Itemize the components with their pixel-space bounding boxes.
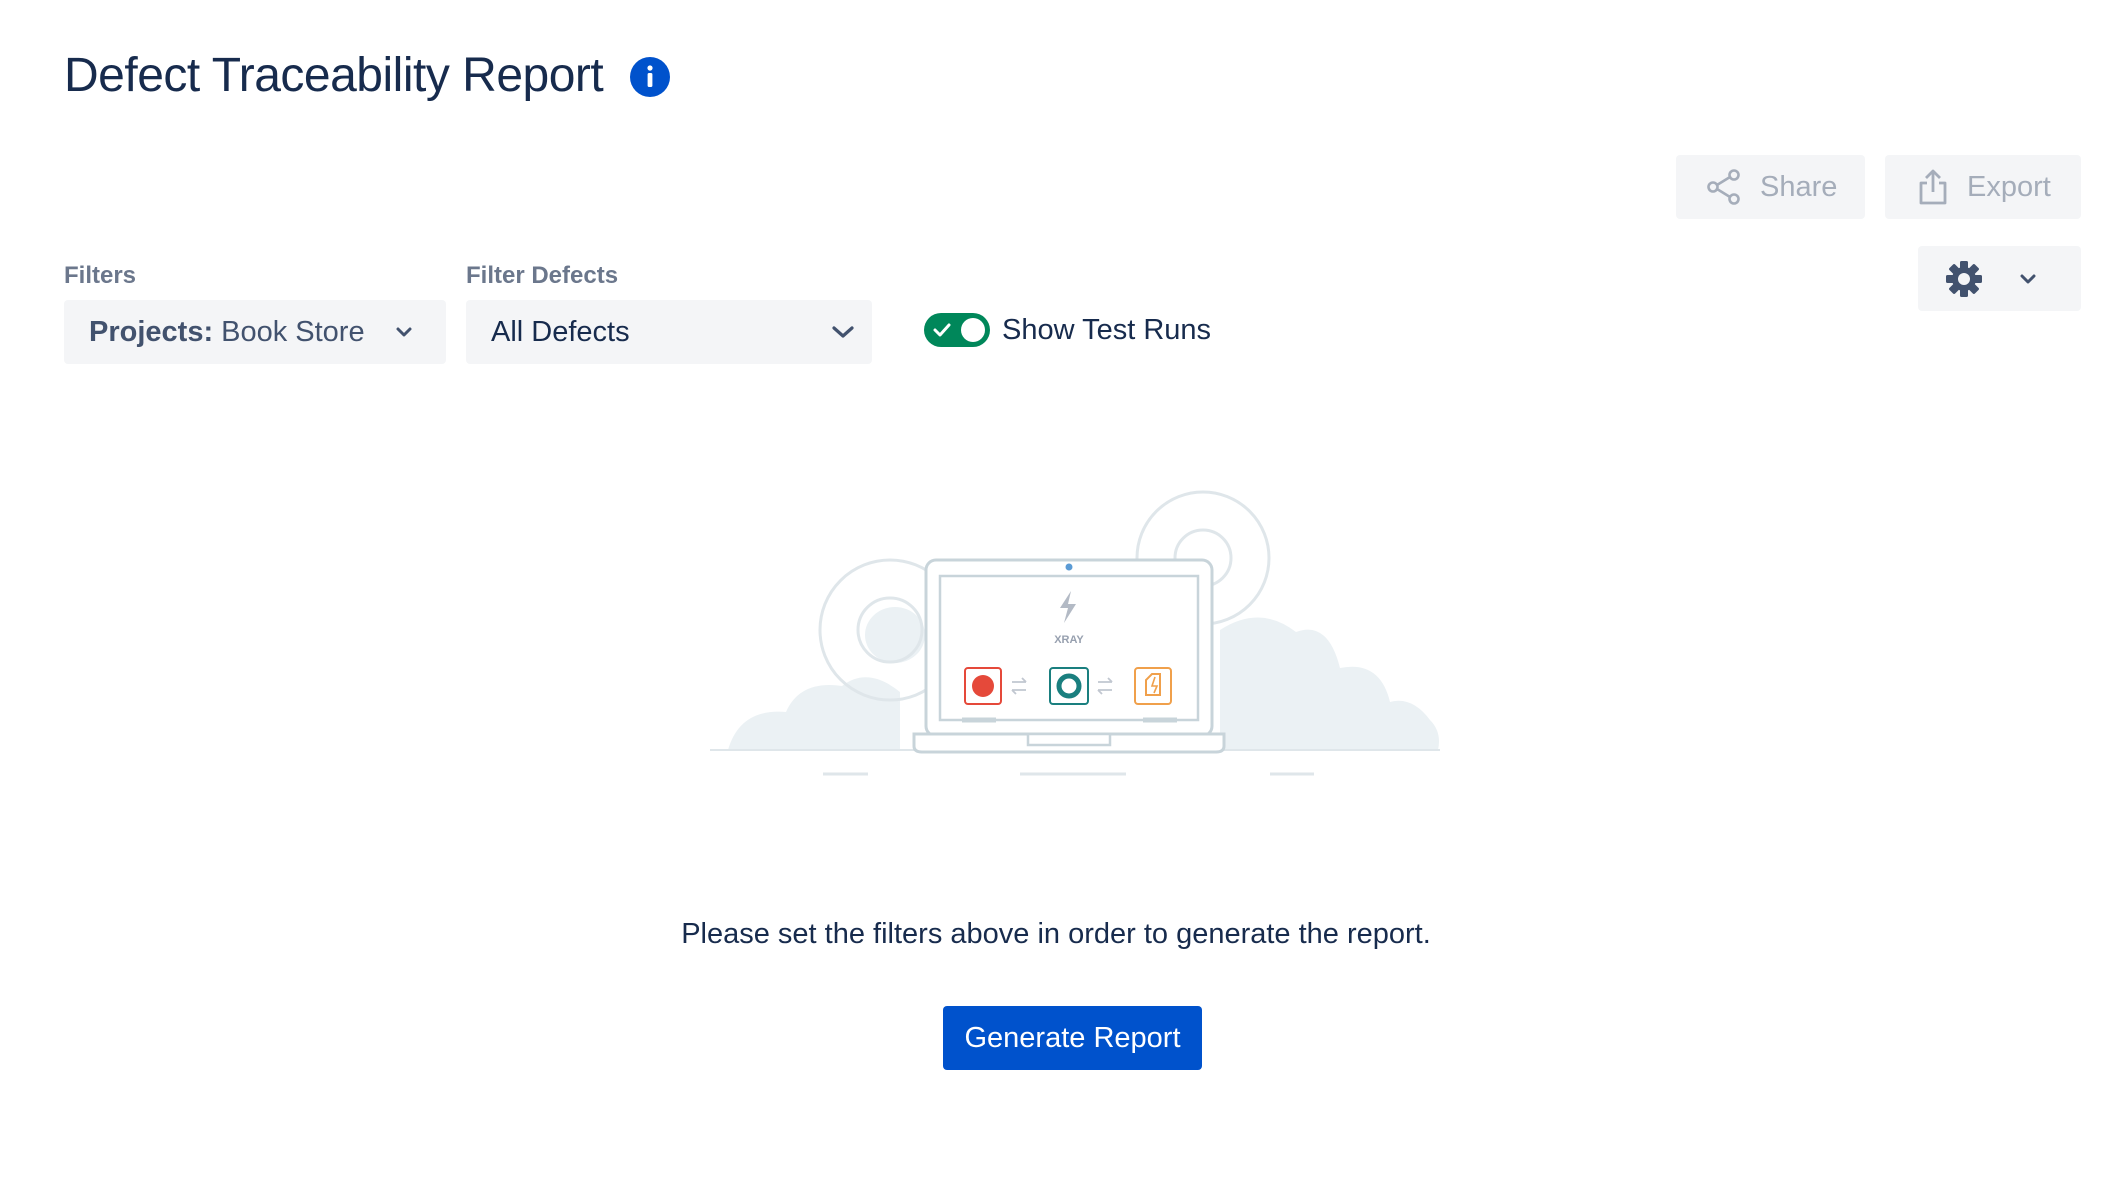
empty-state-message: Please set the filters above in order to… [681,918,1431,950]
toggle-knob [961,318,985,342]
settings-button[interactable] [1918,246,2081,311]
projects-value: Book Store [221,315,365,348]
chevron-down-icon [832,326,854,338]
export-icon [1919,169,1947,205]
export-button[interactable]: Export [1885,155,2081,219]
show-test-runs-row: Show Test Runs [924,313,1211,347]
chevron-down-icon [2020,274,2036,283]
check-icon [933,323,951,337]
show-test-runs-label: Show Test Runs [1002,313,1212,346]
filter-defects-value: All Defects [491,315,630,348]
projects-select[interactable]: Projects: Book Store [64,300,446,364]
projects-prefix: Projects: [89,315,214,348]
info-icon[interactable] [630,57,671,97]
generate-report-button[interactable]: Generate Report [943,1006,1202,1070]
xray-brand-text: XRAY [1054,634,1084,646]
filters-label: Filters [64,262,137,289]
chevron-down-icon [396,327,412,337]
share-label: Share [1760,170,1838,203]
gear-icon [1946,260,1982,297]
page-title: Defect Traceability Report [64,49,604,102]
share-icon [1707,169,1740,205]
page-header: Defect Traceability Report [64,44,671,108]
share-button[interactable]: Share [1676,155,1865,219]
export-label: Export [1967,170,2051,203]
filter-defects-select[interactable]: All Defects [466,300,872,364]
show-test-runs-toggle[interactable] [924,313,990,347]
filter-defects-label: Filter Defects [466,262,619,289]
empty-state-illustration: XRAY [710,490,1440,776]
